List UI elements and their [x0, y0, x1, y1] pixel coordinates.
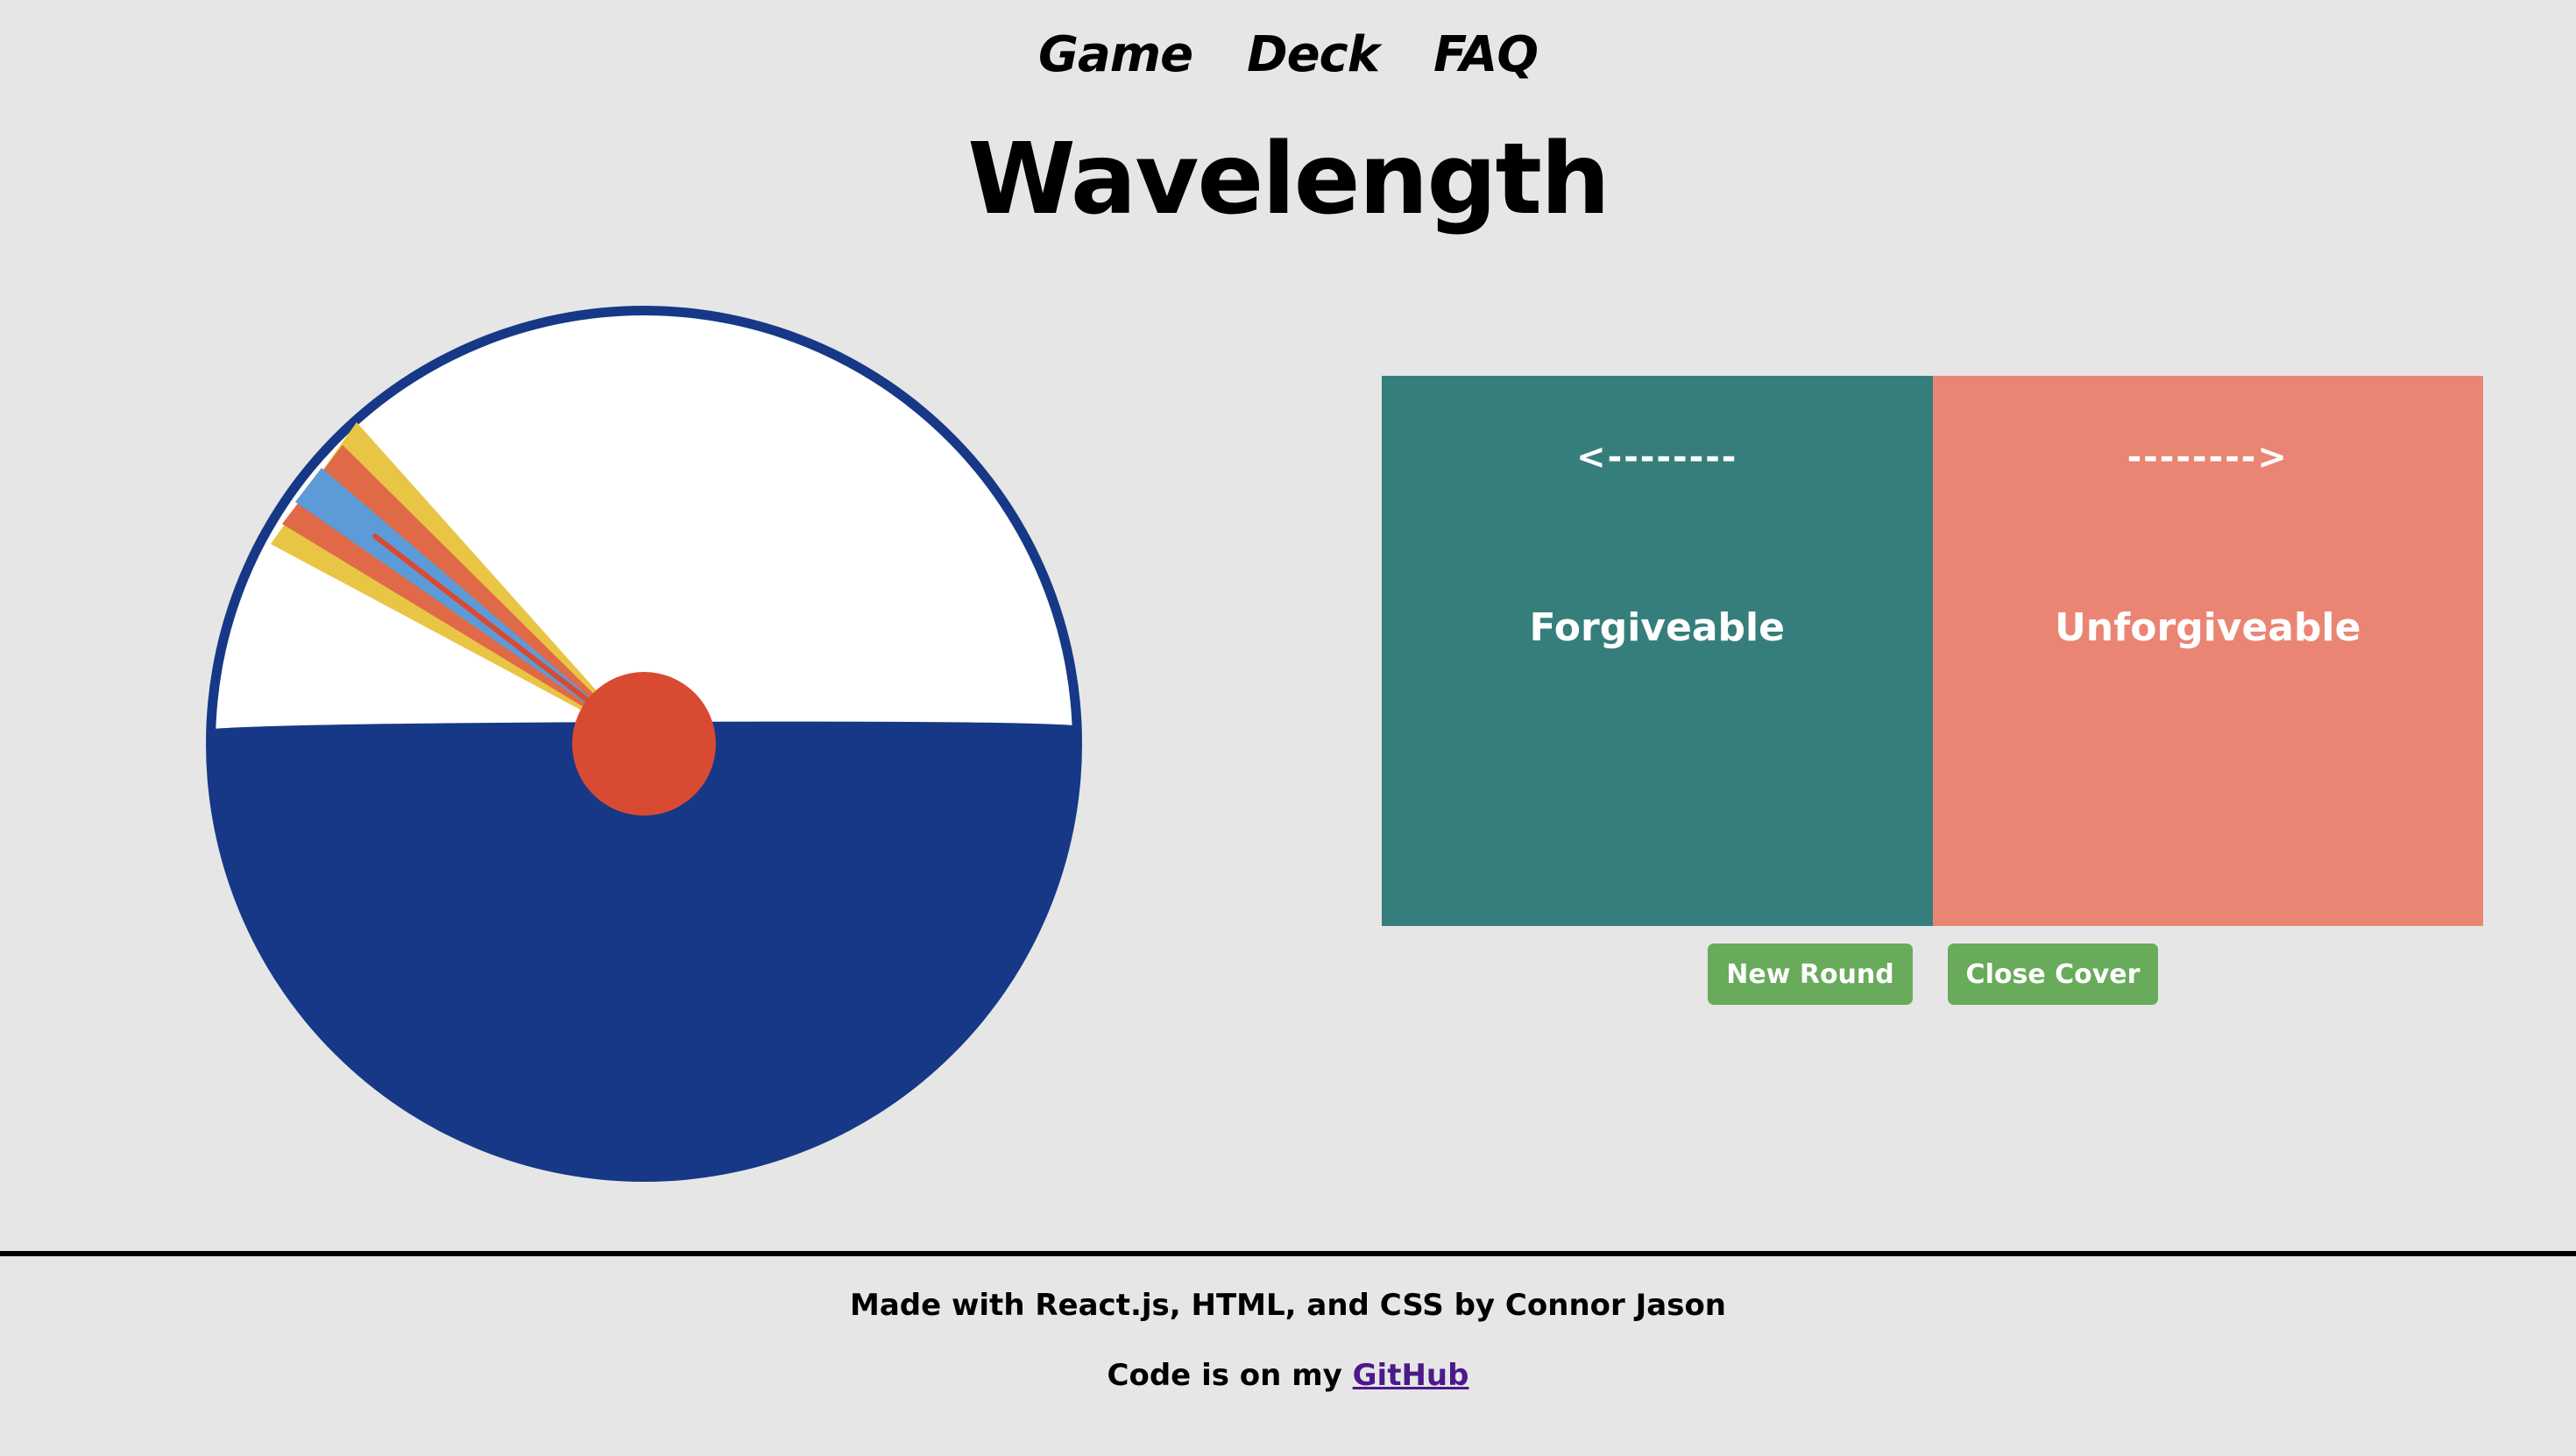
left-arrow: <--------	[1576, 437, 1738, 477]
github-link[interactable]: GitHub	[1353, 1358, 1469, 1393]
page: Game Deck FAQ Wavelength <-------- Forgi…	[0, 0, 2576, 1456]
footer-code-prefix: Code is on my	[1107, 1358, 1353, 1393]
top-nav: Game Deck FAQ	[0, 26, 2576, 83]
spectrum-left: <-------- Forgiveable	[1382, 376, 1933, 926]
footer: Made with React.js, HTML, and CSS by Con…	[0, 1288, 2576, 1428]
dial-graphic	[206, 306, 1082, 1182]
right-arrow: -------->	[2127, 437, 2289, 477]
action-buttons: New Round Close Cover	[1708, 944, 2158, 1005]
nav-game-link[interactable]: Game	[1038, 26, 1193, 83]
dial-center-knob	[572, 672, 716, 816]
spectrum-right: --------> Unforgiveable	[1932, 376, 2483, 926]
right-concept: Unforgiveable	[2055, 605, 2361, 650]
page-title: Wavelength	[967, 123, 1610, 237]
spectrum-card: <-------- Forgiveable --------> Unforgiv…	[1382, 376, 2483, 926]
new-round-button[interactable]: New Round	[1708, 944, 1913, 1005]
close-cover-button[interactable]: Close Cover	[1948, 944, 2158, 1005]
nav-deck-link[interactable]: Deck	[1247, 26, 1380, 83]
footer-divider	[0, 1251, 2576, 1256]
footer-credit: Made with React.js, HTML, and CSS by Con…	[849, 1288, 1727, 1323]
left-concept: Forgiveable	[1529, 605, 1785, 650]
footer-code-line: Code is on my GitHub	[0, 1358, 2576, 1393]
wavelength-dial	[202, 301, 1086, 1186]
nav-faq-link[interactable]: FAQ	[1433, 26, 1539, 83]
